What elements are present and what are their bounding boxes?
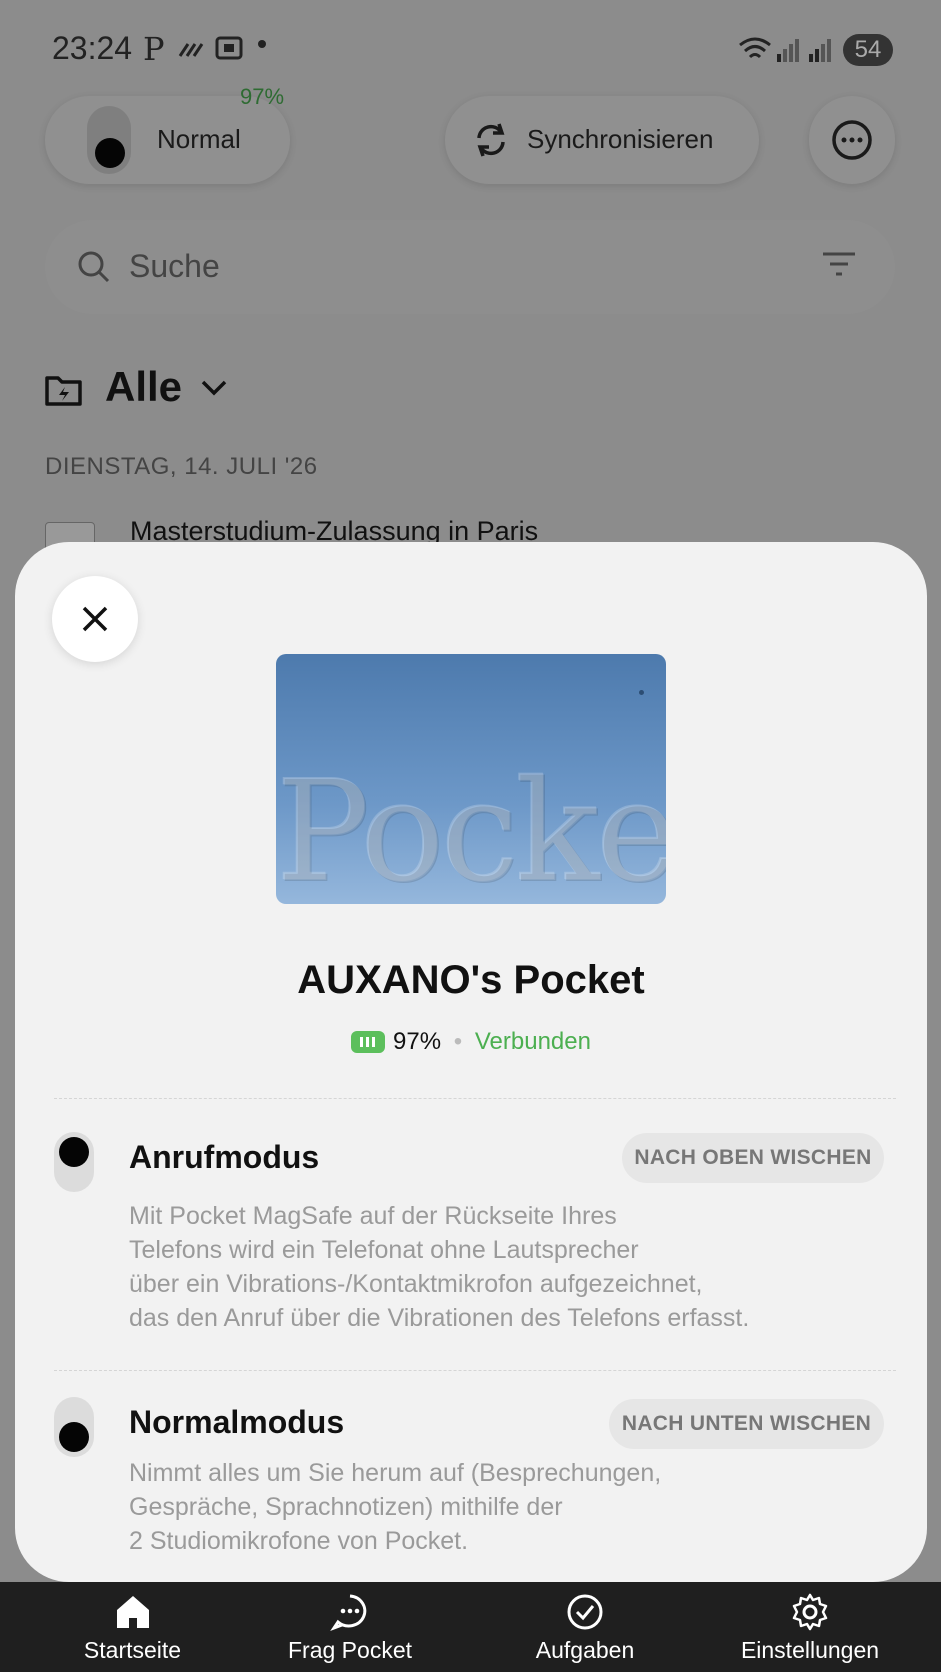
folder-filter-label[interactable]: Alle [105, 363, 182, 411]
device-battery-percent: 97% [240, 84, 285, 109]
sync-label: Synchronisieren [527, 124, 714, 154]
normal-mode-toggle[interactable] [54, 1397, 94, 1457]
screenshot-icon [215, 36, 243, 60]
chat-icon [330, 1594, 367, 1632]
sync-button[interactable]: Synchronisieren [445, 96, 759, 184]
divider [54, 1098, 896, 1099]
status-separator: • [453, 1028, 463, 1055]
tab-label: Startseite [83, 1637, 182, 1663]
toggle-knob [59, 1137, 89, 1167]
device-name: AUXANO's Pocket [297, 958, 645, 1002]
search-icon [78, 251, 110, 283]
call-mode-description: Mit Pocket MagSafe auf der Rückseite Ihr… [129, 1202, 750, 1332]
cell-signal-r-icon [809, 39, 831, 62]
battery-icon [351, 1031, 386, 1053]
battery-level: 97% [393, 1028, 442, 1055]
divider [54, 1370, 896, 1371]
tab-label: Frag Pocket [288, 1637, 412, 1663]
tab-frag-pocket[interactable]: Frag Pocket [255, 1582, 445, 1672]
folder-icon [45, 376, 82, 406]
toggle-knob [95, 138, 125, 168]
mode-label: Normal [157, 124, 241, 154]
tab-label: Aufgaben [535, 1637, 635, 1663]
home-icon [116, 1596, 149, 1628]
connection-status: Verbunden [474, 1028, 591, 1055]
device-embossed-logo: Pocket [276, 751, 666, 904]
call-mode-title: Anrufmodus [129, 1139, 320, 1175]
more-icon [832, 120, 872, 160]
toggle-knob [59, 1422, 89, 1452]
swipe-down-hint: NACH UNTEN WISCHEN [609, 1399, 884, 1449]
check-circle-icon [567, 1594, 603, 1630]
sync-icon [477, 123, 505, 157]
swipe-up-hint: NACH OBEN WISCHEN [622, 1133, 884, 1183]
signal-off-icon [178, 43, 204, 57]
wifi-icon [739, 37, 771, 59]
device-image: Pocket [276, 654, 666, 904]
cell-signal-icon [777, 39, 799, 62]
p-indicator: P [143, 30, 165, 68]
mode-toggle[interactable] [87, 106, 131, 174]
close-icon [82, 606, 108, 632]
search-placeholder: Suche [129, 248, 220, 284]
notification-dot [258, 40, 266, 48]
status-bar: 23:24 P 54 [0, 0, 941, 100]
normal-mode-description: Nimmt alles um Sie herum auf (Besprechun… [129, 1459, 662, 1555]
call-mode-toggle[interactable] [54, 1132, 94, 1192]
date-header: DIENSTAG, 14. JULI '26 [45, 453, 318, 480]
tab-label: Einstellungen [740, 1637, 880, 1663]
status-time: 23:24 [52, 30, 133, 66]
tab-aufgaben[interactable]: Aufgaben [490, 1582, 680, 1672]
tab-einstellungen[interactable]: Einstellungen [710, 1582, 910, 1672]
chevron-down-icon[interactable] [200, 378, 228, 398]
filter-icon[interactable] [821, 250, 857, 280]
device-led [639, 690, 644, 695]
bottom-tab-bar: Startseite Frag Pocket Aufgaben Einstell… [0, 1582, 941, 1672]
close-button[interactable] [52, 576, 138, 662]
device-status: 97% • Verbunden [15, 1028, 927, 1056]
phone-battery: 54 [843, 34, 893, 66]
normal-mode-title: Normalmodus [129, 1404, 345, 1440]
tab-startseite[interactable]: Startseite [40, 1582, 225, 1672]
search-bar[interactable]: Suche [45, 220, 895, 314]
more-button[interactable] [809, 96, 895, 184]
gear-icon [792, 1593, 828, 1631]
device-sheet: Pocket AUXANO's Pocket 97% • Verbunden A… [15, 542, 927, 1582]
